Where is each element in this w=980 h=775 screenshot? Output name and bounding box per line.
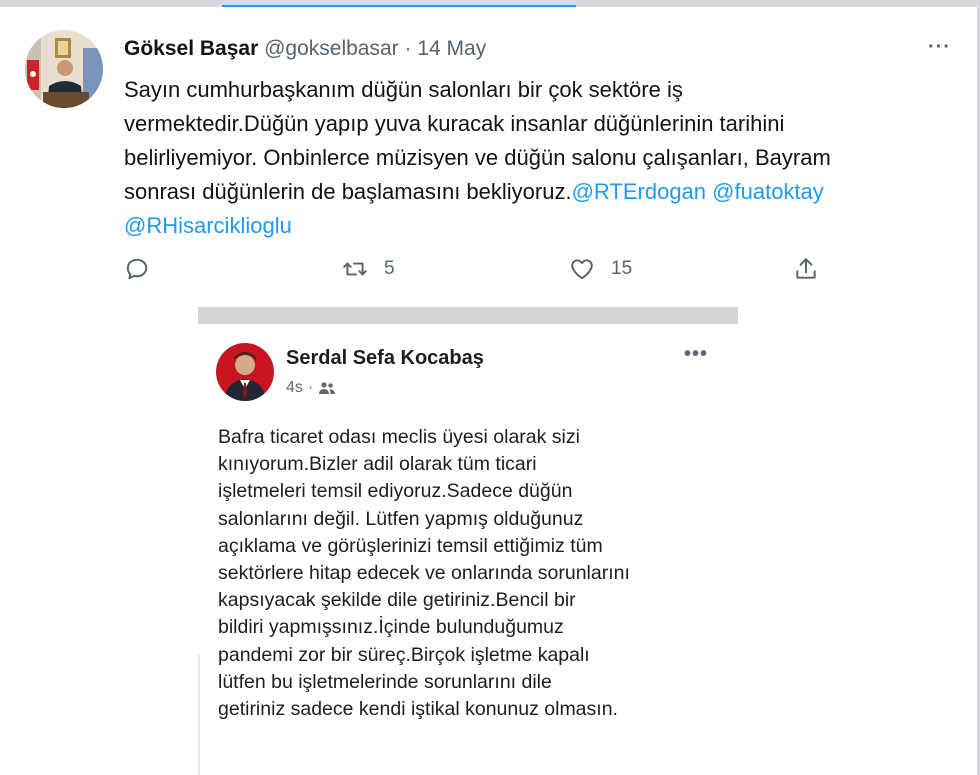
post-line: kınıyorum.Bizler adil olarak tüm ticari [218,453,537,476]
friends-icon [319,382,336,394]
tweet-line: sonrası düğünlerin de başlamasını bekliy… [124,175,924,209]
heart-icon [571,259,593,280]
more-options-button[interactable]: ··· [928,36,951,59]
embedded-image[interactable]: Serdal Sefa Kocabaş 4s · ••• Bafra ticar… [198,307,738,775]
active-tab-indicator [222,5,576,7]
tweet-text: Sayın cumhurbaşkanım düğün salonları bir… [124,73,924,243]
tweet-date[interactable]: 14 May [417,37,486,60]
post-line: Bafra ticaret odası meclis üyesi olarak … [218,426,580,448]
top-scroll-bar [0,0,980,7]
share-icon [796,258,816,279]
share-button[interactable] [793,256,819,282]
mention-link[interactable]: @fuatoktay [712,179,824,204]
mention-link[interactable]: @RHisarciklioglu [124,213,292,238]
tweet-line: Sayın cumhurbaşkanım düğün salonları bir… [124,77,683,102]
retweet-icon [343,262,367,276]
post-line: lütfen bu işletmelerinde sorunlarını dil… [218,670,552,693]
tweet-header: Göksel Başar @gokselbasar · 14 May [124,36,486,62]
image-top-bar [198,307,738,324]
tweet-line: belirliyemiyor. Onbinlerce müzisyen ve d… [124,145,831,170]
post-line: pandemi zor bir süreç.Birçok işletme kap… [218,643,590,666]
reply-icon [126,258,148,280]
post-line: bildiri yapmışsınız.İçinde bulunduğumuz [218,616,564,639]
image-edge [198,654,200,775]
post-line: salonlarını değil. Lütfen yapmış olduğun… [218,507,584,530]
tweet-line-text: sonrası düğünlerin de başlamasını bekliy… [124,179,572,204]
author-handle[interactable]: @gokselbasar [264,37,399,60]
retweet-count: 5 [384,258,395,279]
post-time: 4s [286,379,303,396]
mention-link[interactable]: @RTErdogan [572,179,706,204]
header-separator: · [404,37,412,60]
post-meta-separator: · [307,379,314,396]
post-meta: 4s · [286,379,336,397]
author-name[interactable]: Göksel Başar [124,37,258,60]
post-author-avatar [216,343,274,401]
post-line: sektörlere hitap edecek ve onlarında sor… [218,562,630,585]
post-more-icon: ••• [684,343,709,365]
post-line: getiriniz sadece kendi iştikal konunuz o… [218,698,618,721]
post-text: Bafra ticaret odası meclis üyesi olarak … [218,424,728,723]
post-author-name: Serdal Sefa Kocabaş [286,347,484,369]
tweet-actions: 5 15 [0,250,980,290]
reply-button[interactable] [124,256,166,282]
author-avatar[interactable] [25,30,103,108]
post-line: kapsıyacak şekilde dile getiriniz.Bencil… [218,589,576,612]
tweet-line: @RHisarciklioglu [124,209,924,243]
post-line: işletmeleri temsil ediyoruz.Sadece düğün [218,480,573,503]
like-count: 15 [611,258,633,279]
like-button[interactable]: 15 [569,256,632,282]
tweet-line: vermektedir.Düğün yapıp yuva kuracak ins… [124,111,785,136]
retweet-button[interactable]: 5 [342,256,395,282]
post-line: açıklama ve görüşlerinizi temsil ettiğim… [218,534,603,557]
